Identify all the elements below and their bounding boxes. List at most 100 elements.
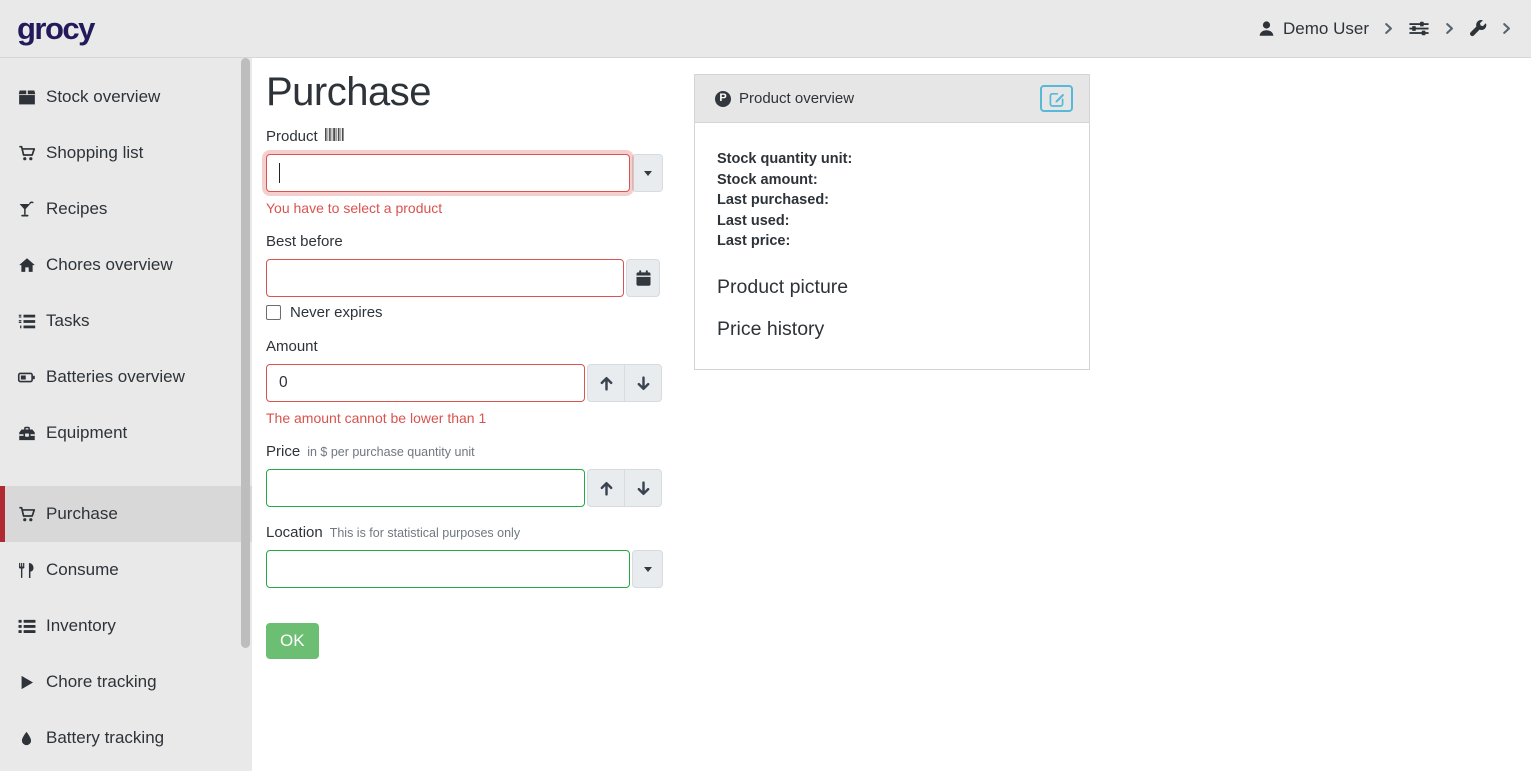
- product-icon: P: [715, 91, 731, 107]
- amount-decrease-button[interactable]: [624, 364, 662, 402]
- location-input[interactable]: [266, 550, 630, 588]
- sliders-icon: [1408, 20, 1430, 37]
- edit-icon: [1049, 91, 1065, 107]
- never-expires-row: Never expires: [266, 304, 663, 321]
- calendar-button[interactable]: [626, 259, 660, 297]
- price-history-heading: Price history: [717, 318, 1067, 341]
- sidebar-item-label: Equipment: [46, 423, 127, 443]
- sidebar-item-shopping-list[interactable]: Shopping list: [0, 125, 252, 181]
- cocktail-icon: [17, 201, 36, 218]
- user-name: Demo User: [1283, 19, 1369, 39]
- amount-input[interactable]: [266, 364, 585, 402]
- amount-error: The amount cannot be lower than 1: [266, 410, 663, 426]
- sidebar-item-recipes[interactable]: Recipes: [0, 181, 252, 237]
- chevron-right-icon: [1500, 22, 1513, 35]
- sidebar-item-chore-tracking[interactable]: Chore tracking: [0, 654, 252, 710]
- price-group: Price in $ per purchase quantity unit: [266, 443, 663, 507]
- card-header: P Product overview: [695, 75, 1089, 123]
- sidebar-item-label: Battery tracking: [46, 728, 164, 748]
- sidebar-item-purchase[interactable]: Purchase: [0, 486, 252, 542]
- location-hint: This is for statistical purposes only: [330, 526, 520, 540]
- sidebar: Stock overview Shopping list Recipes Cho…: [0, 58, 252, 771]
- amount-group: Amount The amount cannot be lower than: [266, 338, 663, 426]
- sidebar-item-label: Batteries overview: [46, 367, 185, 387]
- never-expires-checkbox[interactable]: [266, 305, 281, 320]
- product-input[interactable]: [266, 154, 630, 192]
- stock-amount-field: Stock amount:: [717, 170, 1067, 191]
- location-group: Location This is for statistical purpose…: [266, 524, 663, 588]
- sidebar-item-label: Purchase: [46, 504, 118, 524]
- sidebar-item-batteries-overview[interactable]: Batteries overview: [0, 349, 252, 405]
- arrow-up-icon: [598, 480, 615, 497]
- last-purchased-field: Last purchased:: [717, 190, 1067, 211]
- sidebar-item-consume[interactable]: Consume: [0, 542, 252, 598]
- sidebar-item-chores-overview[interactable]: Chores overview: [0, 237, 252, 293]
- best-before-label: Best before: [266, 233, 343, 250]
- arrow-down-icon: [635, 480, 652, 497]
- home-icon: [17, 257, 36, 274]
- price-input[interactable]: [266, 469, 585, 507]
- user-menu[interactable]: Demo User: [1258, 19, 1369, 39]
- sidebar-item-label: Recipes: [46, 199, 107, 219]
- sidebar-item-label: Consume: [46, 560, 119, 580]
- amount-label: Amount: [266, 338, 318, 355]
- sidebar-item-tasks[interactable]: Tasks: [0, 293, 252, 349]
- page-title: Purchase: [266, 70, 663, 115]
- price-decrease-button[interactable]: [624, 469, 662, 507]
- list-icon: [17, 618, 36, 635]
- sidebar-item-equipment[interactable]: Equipment: [0, 405, 252, 461]
- chevron-right-icon: [1382, 22, 1395, 35]
- price-increase-button[interactable]: [587, 469, 625, 507]
- shopping-cart-icon: [17, 145, 36, 162]
- price-hint: in $ per purchase quantity unit: [307, 445, 474, 459]
- last-price-field: Last price:: [717, 231, 1067, 252]
- sidebar-scrollbar[interactable]: [241, 58, 250, 648]
- location-dropdown-button[interactable]: [632, 550, 663, 588]
- text-cursor: [279, 163, 280, 183]
- caret-down-icon: [644, 567, 652, 572]
- product-picture-heading: Product picture: [717, 276, 1067, 299]
- utensils-icon: [17, 562, 36, 579]
- product-error: You have to select a product: [266, 200, 663, 216]
- edit-product-button[interactable]: [1040, 85, 1073, 112]
- amount-increase-button[interactable]: [587, 364, 625, 402]
- sidebar-item-label: Shopping list: [46, 143, 143, 163]
- tasks-icon: [17, 313, 36, 330]
- stock-quantity-unit-field: Stock quantity unit:: [717, 149, 1067, 170]
- last-used-field: Last used:: [717, 211, 1067, 232]
- tint-icon: [17, 730, 36, 747]
- box-icon: [17, 89, 36, 106]
- sidebar-item-label: Inventory: [46, 616, 116, 636]
- arrow-down-icon: [635, 375, 652, 392]
- sidebar-item-label: Tasks: [46, 311, 89, 331]
- location-label: Location: [266, 524, 323, 541]
- sidebar-item-stock-overview[interactable]: Stock overview: [0, 69, 252, 125]
- best-before-group: Best before Nev: [266, 233, 663, 321]
- navbar-right: Demo User: [1258, 19, 1513, 39]
- main-content: Purchase Product: [252, 58, 1531, 771]
- barcode-icon[interactable]: [325, 128, 347, 141]
- battery-icon: [17, 369, 36, 386]
- grocy-logo[interactable]: grocy: [17, 13, 94, 44]
- sidebar-item-label: Stock overview: [46, 87, 160, 107]
- settings-menu[interactable]: [1469, 20, 1487, 38]
- sidebar-item-label: Chores overview: [46, 255, 173, 275]
- shopping-cart-icon: [17, 506, 36, 523]
- sidebar-item-label: Chore tracking: [46, 672, 157, 692]
- product-dropdown-button[interactable]: [632, 154, 663, 192]
- sidebar-item-battery-tracking[interactable]: Battery tracking: [0, 710, 252, 766]
- sidebar-item-inventory[interactable]: Inventory: [0, 598, 252, 654]
- best-before-input[interactable]: [266, 259, 624, 297]
- chevron-right-icon: [1443, 22, 1456, 35]
- card-title: Product overview: [739, 90, 854, 107]
- navbar: grocy Demo User: [0, 0, 1531, 58]
- ok-button[interactable]: OK: [266, 623, 319, 659]
- product-label: Product: [266, 128, 318, 145]
- never-expires-label: Never expires: [290, 304, 383, 321]
- purchase-form: Purchase Product: [266, 70, 663, 659]
- user-icon: [1258, 20, 1275, 37]
- wrench-icon: [1469, 20, 1487, 38]
- play-icon: [17, 674, 36, 691]
- card-body: Stock quantity unit: Stock amount: Last …: [695, 123, 1089, 369]
- manage-master-data-menu[interactable]: [1408, 20, 1430, 37]
